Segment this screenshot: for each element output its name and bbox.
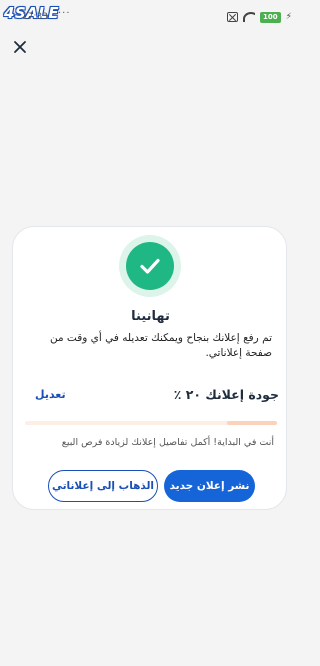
quality-progress-fill: [226, 421, 277, 425]
status-time: 17:33: [22, 12, 48, 22]
close-button[interactable]: [9, 36, 31, 58]
charging-icon: ⚡: [285, 12, 292, 22]
quality-hint: أنت في البداية! أكمل تفاصيل إعلانك لزياد…: [61, 437, 274, 448]
ad-quality-row: جودة إعلانك ٢٠ ٪ تعديل: [31, 387, 279, 403]
battery-icon: 100: [260, 11, 281, 23]
dialog-message: تم رفع إعلانك بنجاح ويمكنك تعديله في أي …: [49, 332, 272, 359]
status-icons: 100 ⚡: [227, 11, 292, 23]
success-badge: [119, 235, 181, 297]
post-new-ad-button[interactable]: نشر إعلان جديد: [164, 470, 255, 502]
edit-link[interactable]: تعديل: [35, 388, 66, 401]
close-icon: [14, 41, 26, 53]
checkmark-icon: [140, 258, 160, 274]
ad-quality-label: جودة إعلانك ٢٠ ٪: [173, 387, 279, 402]
more-notifications-icon: ···: [58, 8, 71, 19]
no-sim-icon: [227, 12, 239, 22]
status-bar: 4SALE 17:33 ··· 100 ⚡: [0, 0, 300, 34]
go-to-my-ads-button[interactable]: الذهاب إلى إعلاناتي: [48, 470, 158, 502]
wifi-icon: [243, 12, 255, 22]
success-dialog: تهانينا تم رفع إعلانك بنجاح ويمكنك تعديل…: [12, 226, 287, 510]
quality-progress-bar: [25, 421, 277, 425]
dialog-title: تهانينا: [131, 309, 170, 324]
